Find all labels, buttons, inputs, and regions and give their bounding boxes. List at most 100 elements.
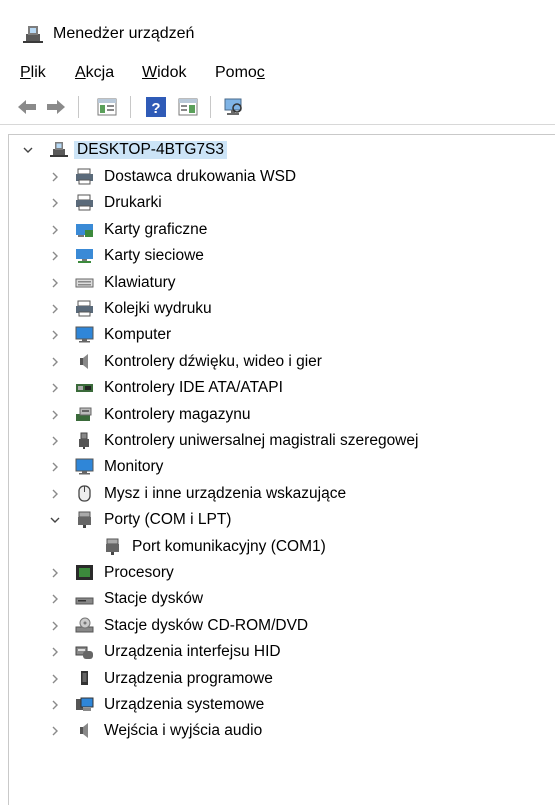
- chevron-right-icon[interactable]: [50, 647, 60, 657]
- software-device-icon: [81, 670, 88, 685]
- tree-item-label[interactable]: Porty (COM i LPT): [104, 511, 231, 529]
- chevron-right-icon[interactable]: [50, 410, 60, 420]
- chevron-right-icon[interactable]: [50, 198, 60, 208]
- chevron-right-icon[interactable]: [50, 251, 60, 261]
- chevron-down-icon[interactable]: [50, 515, 60, 525]
- tree-category[interactable]: Procesory: [9, 560, 555, 586]
- update-driver-icon[interactable]: [177, 96, 199, 118]
- tree-category[interactable]: Kontrolery IDE ATA/ATAPI: [9, 375, 555, 401]
- back-arrow-icon[interactable]: [16, 96, 38, 118]
- chevron-right-icon[interactable]: [50, 726, 60, 736]
- chevron-right-icon[interactable]: [50, 674, 60, 684]
- tree-item-label[interactable]: Kontrolery dźwięku, wideo i gier: [104, 353, 322, 371]
- tree-item-label[interactable]: Wejścia i wyjścia audio: [104, 722, 262, 740]
- tree-category[interactable]: Klawiatury: [9, 270, 555, 296]
- mouse-icon: [78, 485, 91, 502]
- tree-item-label[interactable]: Procesory: [104, 564, 174, 582]
- tree-item-label[interactable]: Urządzenia interfejsu HID: [104, 643, 281, 661]
- computer-name[interactable]: DESKTOP-4BTG7S3: [74, 141, 228, 159]
- device-manager-window: Menedżer urządzeń Plik Akcja Widok Pomoc ?: [0, 0, 555, 805]
- toolbar: ?: [0, 90, 555, 125]
- tree-item-label[interactable]: Kontrolery IDE ATA/ATAPI: [104, 379, 283, 397]
- chevron-right-icon[interactable]: [50, 489, 60, 499]
- menu-plik[interactable]: Plik: [20, 64, 46, 82]
- printer-icon: [76, 168, 93, 185]
- speaker-icon: [80, 353, 88, 369]
- device-tree[interactable]: DESKTOP-4BTG7S3 Dostawca drukowania WSD D…: [8, 134, 555, 805]
- tree-category[interactable]: Monitory: [9, 454, 555, 480]
- tree-category[interactable]: Dostawca drukowania WSD: [9, 164, 555, 190]
- tree-item-label[interactable]: Komputer: [104, 326, 171, 344]
- scan-hardware-icon[interactable]: [222, 96, 244, 118]
- tree-item-label[interactable]: Mysz i inne urządzenia wskazujące: [104, 485, 346, 503]
- help-icon[interactable]: ?: [145, 96, 167, 118]
- window-title: Menedżer urządzeń: [53, 25, 195, 42]
- tree-item-label[interactable]: Kontrolery uniwersalnej magistrali szere…: [104, 432, 418, 450]
- tree-item-label[interactable]: Monitory: [104, 458, 163, 476]
- chevron-right-icon[interactable]: [50, 330, 60, 340]
- forward-arrow-icon[interactable]: [45, 96, 67, 118]
- system-device-icon: [76, 697, 94, 711]
- tree-item-label[interactable]: Urządzenia programowe: [104, 670, 273, 688]
- tree-category[interactable]: Wejścia i wyjścia audio: [9, 718, 555, 744]
- properties-icon[interactable]: [96, 96, 118, 118]
- chevron-right-icon[interactable]: [50, 436, 60, 446]
- tree-item-label[interactable]: Kolejki wydruku: [104, 300, 212, 318]
- tree-category[interactable]: Karty sieciowe: [9, 243, 555, 269]
- tree-category[interactable]: Stacje dysków: [9, 586, 555, 612]
- processor-icon: [76, 565, 93, 580]
- tree-item-label[interactable]: Kontrolery magazynu: [104, 406, 250, 424]
- chevron-right-icon[interactable]: [50, 278, 60, 288]
- monitor-icon: [75, 458, 94, 475]
- chevron-right-icon[interactable]: [50, 304, 60, 314]
- tree-category[interactable]: Kontrolery dźwięku, wideo i gier: [9, 349, 555, 375]
- chevron-right-icon[interactable]: [50, 700, 60, 710]
- tree-item-label[interactable]: Stacje dysków: [104, 590, 203, 608]
- tree-category[interactable]: Kolejki wydruku: [9, 296, 555, 322]
- tree-item-label[interactable]: Drukarki: [104, 194, 162, 212]
- device-manager-icon: [23, 26, 43, 43]
- menu-pomoc[interactable]: Pomoc: [215, 64, 265, 82]
- chevron-right-icon[interactable]: [50, 383, 60, 393]
- tree-category[interactable]: Kontrolery uniwersalnej magistrali szere…: [9, 428, 555, 454]
- tree-item-label[interactable]: Karty graficzne: [104, 221, 207, 239]
- chevron-right-icon[interactable]: [50, 594, 60, 604]
- cdrom-icon: [75, 617, 94, 633]
- tree-item-label[interactable]: Port komunikacyjny (COM1): [132, 538, 326, 556]
- chevron-right-icon[interactable]: [50, 225, 60, 235]
- chevron-right-icon[interactable]: [50, 568, 60, 578]
- menu-akcja[interactable]: Akcja: [75, 64, 114, 82]
- tree-category[interactable]: Drukarki: [9, 190, 555, 216]
- printer-icon: [76, 300, 93, 317]
- disk-drive-icon: [75, 597, 94, 605]
- toolbar-separator: [130, 96, 131, 118]
- chevron-right-icon[interactable]: [50, 462, 60, 472]
- tree-item-label[interactable]: Karty sieciowe: [104, 247, 204, 265]
- svg-text:?: ?: [151, 100, 160, 117]
- tree-category[interactable]: Urządzenia programowe: [9, 666, 555, 692]
- tree-category[interactable]: Kontrolery magazynu: [9, 402, 555, 428]
- tree-category[interactable]: Porty (COM i LPT): [9, 507, 555, 533]
- tree-item-label[interactable]: Dostawca drukowania WSD: [104, 168, 296, 186]
- tree-item-label[interactable]: Stacje dysków CD-ROM/DVD: [104, 617, 308, 635]
- title-bar: Menedżer urządzeń: [0, 0, 555, 60]
- chevron-right-icon[interactable]: [50, 172, 60, 182]
- tree-category[interactable]: Komputer: [9, 322, 555, 348]
- tree-root[interactable]: DESKTOP-4BTG7S3: [9, 137, 555, 163]
- chevron-right-icon[interactable]: [50, 357, 60, 367]
- tree-category[interactable]: Stacje dysków CD-ROM/DVD: [9, 613, 555, 639]
- chevron-down-icon[interactable]: [23, 145, 33, 155]
- tree-category[interactable]: Mysz i inne urządzenia wskazujące: [9, 481, 555, 507]
- monitor-icon: [75, 326, 94, 343]
- tree-item-label[interactable]: Urządzenia systemowe: [104, 696, 264, 714]
- tree-category[interactable]: Urządzenia systemowe: [9, 692, 555, 718]
- toolbar-separator: [78, 96, 79, 118]
- tree-category[interactable]: Urządzenia interfejsu HID: [9, 639, 555, 665]
- computer-icon: [50, 142, 68, 157]
- tree-item-label[interactable]: Klawiatury: [104, 274, 176, 292]
- chevron-right-icon[interactable]: [50, 621, 60, 631]
- tree-category[interactable]: Karty graficzne: [9, 217, 555, 243]
- tree-child-item[interactable]: Port komunikacyjny (COM1): [9, 534, 555, 560]
- ide-controller-icon: [76, 384, 93, 393]
- menu-widok[interactable]: Widok: [142, 64, 186, 82]
